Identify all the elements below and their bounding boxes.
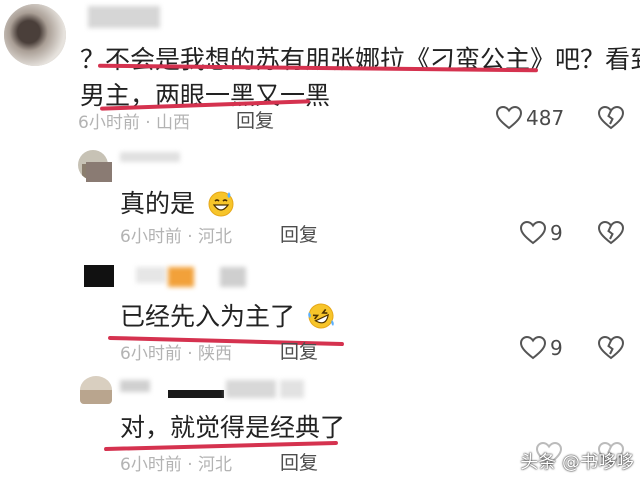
reply-button[interactable]: 回复 [280, 337, 318, 364]
username-redacted[interactable] [220, 267, 246, 287]
avatar[interactable] [84, 265, 114, 287]
like-heart-icon[interactable] [520, 336, 546, 360]
sweat-smile-emoji-icon [208, 191, 234, 217]
reply-button[interactable]: 回复 [280, 220, 318, 247]
comment-meta: 6小时前 · 山西 [78, 113, 191, 133]
avatar[interactable] [80, 376, 112, 404]
username-redacted[interactable] [226, 380, 276, 398]
broken-heart-icon[interactable] [598, 106, 624, 130]
like-heart-icon[interactable] [496, 106, 522, 130]
comment-1: ？不会是我想的苏有朋张娜拉《刁蛮公主》吧？看到 男主，两眼一黑又一黑 6小时前 … [0, 0, 640, 140]
username-redacted[interactable] [120, 152, 180, 162]
like-heart-icon[interactable] [520, 221, 546, 245]
comment-text: 对，就觉得是经典了 [120, 413, 346, 442]
username-redacted[interactable] [88, 6, 160, 28]
comment-text-content: 真的是 [120, 189, 196, 218]
like-count: 9 [550, 336, 563, 360]
comment-text: 已经先入为主了 [120, 297, 335, 333]
avatar-badge [86, 162, 112, 182]
comment-meta: 6小时前 · 河北 [120, 455, 233, 475]
username-redacted[interactable] [168, 390, 224, 398]
username-redacted[interactable] [120, 380, 150, 392]
comment-meta: 6小时前 · 河北 [120, 227, 233, 247]
watermark: 头条 @书哆哆 [520, 452, 634, 473]
reply-comment-1: 真的是 6小时前 · 河北 回复 9 [0, 140, 640, 255]
broken-heart-icon[interactable] [598, 336, 624, 360]
comment-meta: 6小时前 · 陕西 [120, 344, 233, 364]
like-count: 9 [550, 221, 563, 245]
avatar[interactable] [4, 4, 66, 66]
username-redacted[interactable] [280, 380, 304, 398]
reply-comment-2: 已经先入为主了 6小时前 · 陕西 回复 9 [0, 255, 640, 370]
comment-text-content: 已经先入为主了 [120, 302, 296, 331]
like-count: 487 [526, 106, 565, 130]
reply-button[interactable]: 回复 [236, 106, 274, 133]
rofl-emoji-icon [308, 303, 334, 329]
comment-text: 真的是 [120, 184, 235, 220]
broken-heart-icon[interactable] [598, 221, 624, 245]
reply-button[interactable]: 回复 [280, 448, 318, 475]
username-redacted[interactable] [168, 267, 194, 287]
comment-text-line1: ？不会是我想的苏有朋张娜拉《刁蛮公主》吧？看到 [80, 45, 640, 74]
username-redacted[interactable] [136, 267, 166, 283]
